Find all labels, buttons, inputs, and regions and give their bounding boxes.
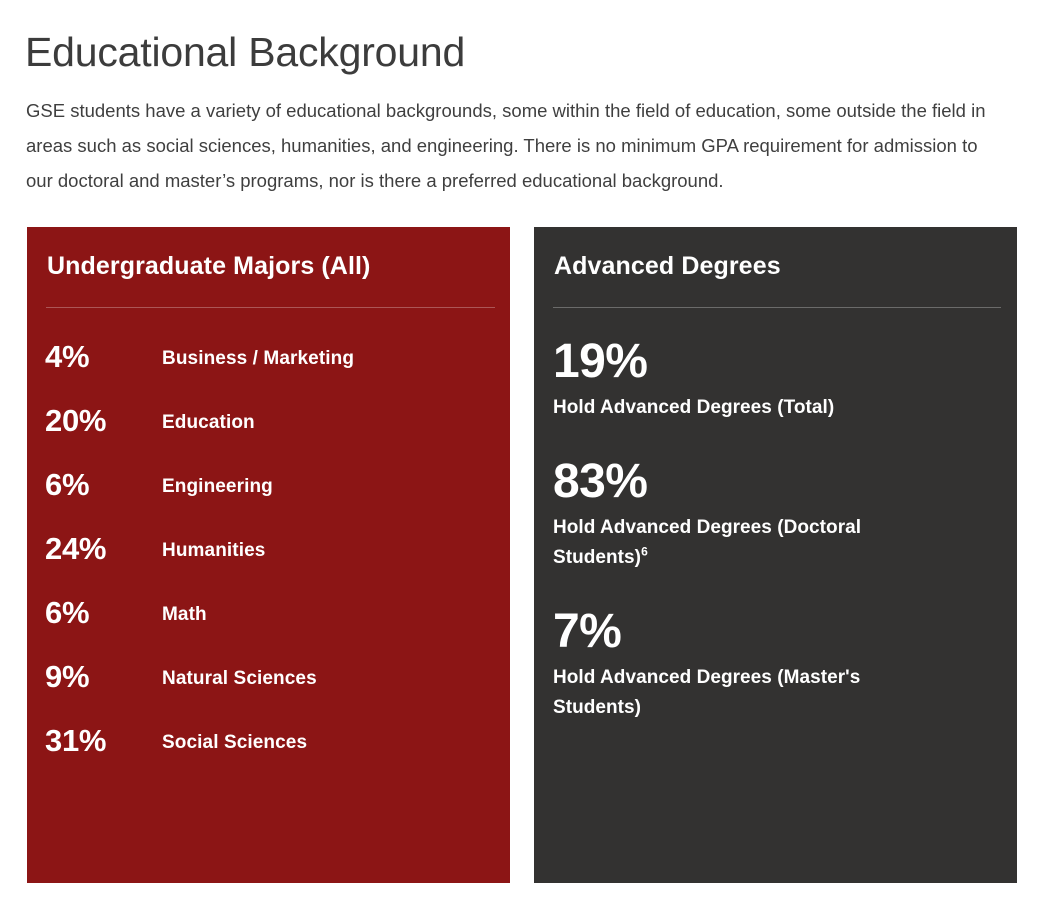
major-row: 6% Math [45,597,500,661]
major-label: Education [162,412,255,433]
major-percent: 31% [45,723,107,758]
undergraduate-majors-title: Undergraduate Majors (All) [47,252,371,280]
major-percent: 9% [45,659,90,694]
advanced-degree-label-text: Hold Advanced Degrees (Total) [553,396,835,418]
intro-paragraph: GSE students have a variety of education… [26,99,986,191]
advanced-degrees-title: Advanced Degrees [554,252,781,280]
stats-panels: Undergraduate Majors (All) 4% Business /… [27,227,1017,883]
advanced-degree-label: Hold Advanced Degrees (Doctoral Students… [553,513,938,573]
advanced-degrees-divider [553,307,1001,308]
advanced-degrees-list: 19% Hold Advanced Degrees (Total) 83% Ho… [553,337,1001,757]
major-percent: 20% [45,403,107,438]
advanced-degree-percent: 7% [553,604,622,658]
major-label: Natural Sciences [162,668,317,689]
advanced-degrees-panel: Advanced Degrees 19% Hold Advanced Degre… [534,227,1017,883]
major-label: Humanities [162,540,266,561]
advanced-degree-percent: 83% [553,454,648,508]
advanced-degree-label: Hold Advanced Degrees (Total) [553,393,938,423]
major-label: Business / Marketing [162,348,355,369]
advanced-degree-label-text: Hold Advanced Degrees (Master's Students… [553,666,861,718]
major-label: Engineering [162,476,273,497]
undergraduate-majors-panel: Undergraduate Majors (All) 4% Business /… [27,227,510,883]
advanced-degree-stat: 7% Hold Advanced Degrees (Master's Stude… [553,604,1001,723]
educational-background-page: Educational Background GSE students have… [0,0,1053,906]
major-label: Math [162,604,207,625]
advanced-degree-stat: 83% Hold Advanced Degrees (Doctoral Stud… [553,454,1001,573]
advanced-degree-label-text: Hold Advanced Degrees (Doctoral Students… [553,516,862,568]
undergraduate-majors-list: 4% Business / Marketing 20% Education 6%… [45,341,500,789]
advanced-degree-label: Hold Advanced Degrees (Master's Students… [553,663,938,723]
major-row: 20% Education [45,405,500,469]
advanced-degree-stat: 19% Hold Advanced Degrees (Total) [553,337,1001,423]
major-label: Social Sciences [162,732,308,753]
major-row: 4% Business / Marketing [45,341,500,405]
undergraduate-majors-divider [46,307,495,308]
major-percent: 6% [45,595,90,630]
major-row: 6% Engineering [45,469,500,533]
major-row: 9% Natural Sciences [45,661,500,725]
advanced-degree-footnote: 6 [641,544,648,559]
major-percent: 24% [45,531,107,566]
major-row: 31% Social Sciences [45,725,500,789]
major-percent: 4% [45,339,90,374]
advanced-degree-percent: 19% [553,335,648,388]
major-percent: 6% [45,467,90,502]
major-row: 24% Humanities [45,533,500,597]
page-title: Educational Background [25,29,466,76]
